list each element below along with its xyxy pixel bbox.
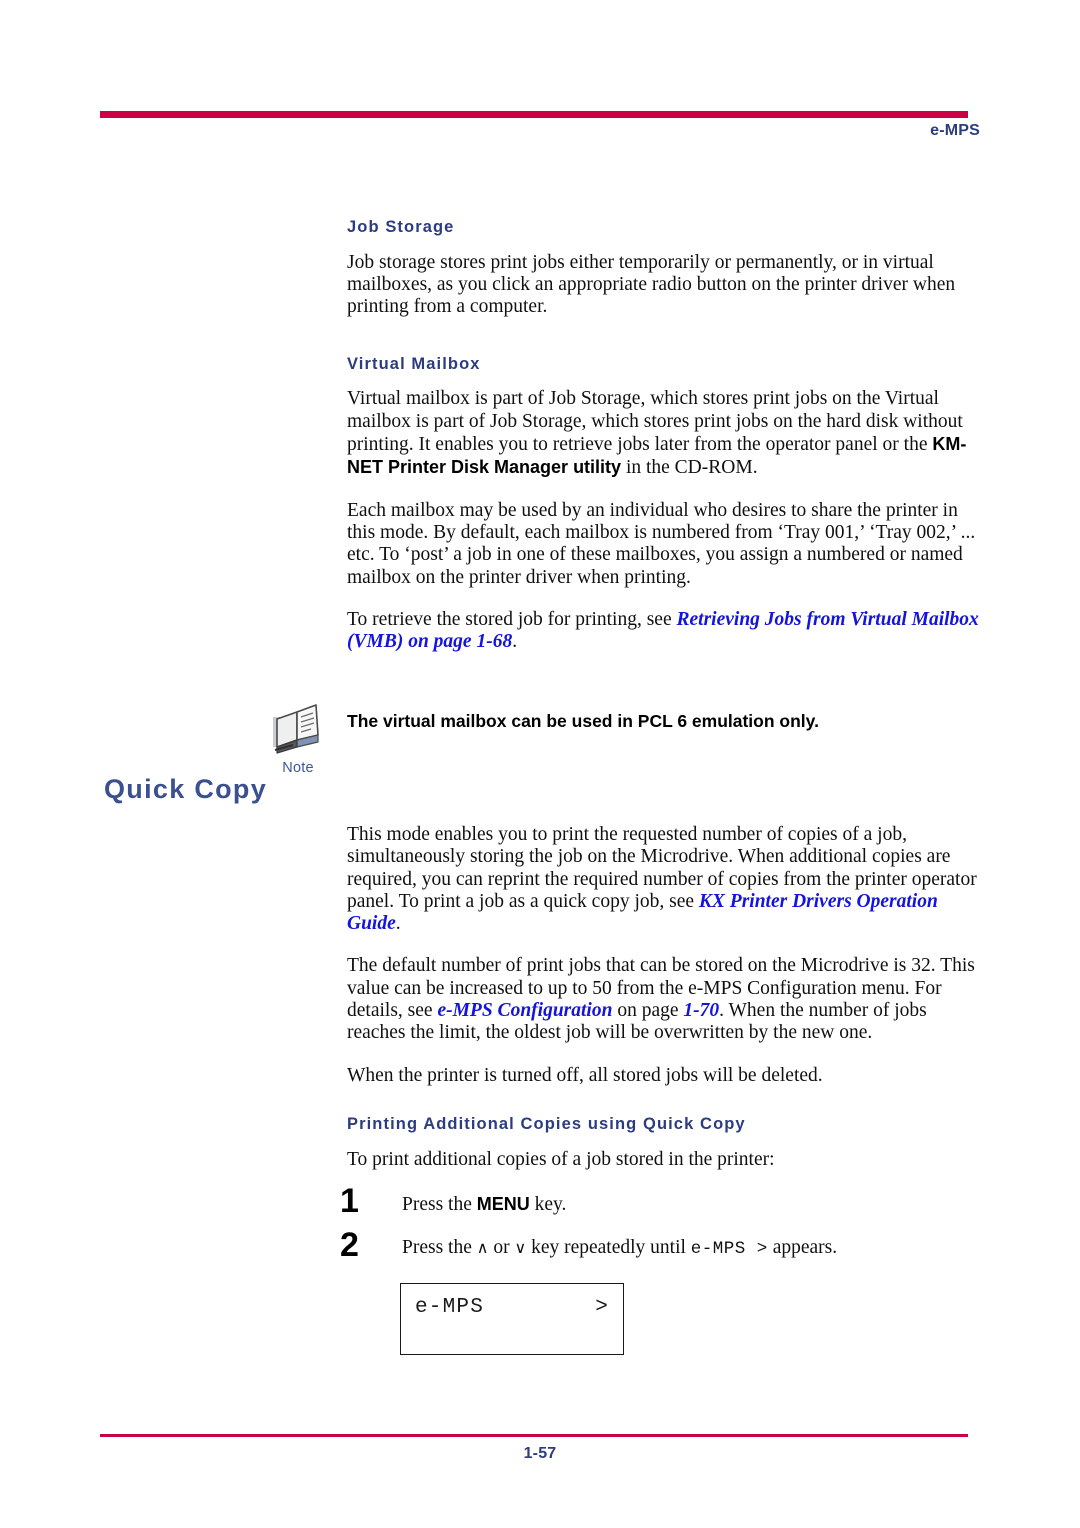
paragraph-virtual-mailbox-2: Each mailbox may be used by an individua… xyxy=(347,499,976,588)
paragraph-quick-copy-3: When the printer is turned off, all stor… xyxy=(347,1064,823,1086)
vm-p1-text-b: in the CD-ROM. xyxy=(621,457,758,479)
step1-key-menu: MENU xyxy=(476,1194,530,1214)
qc-p2-text-mid: on page xyxy=(612,1000,684,1022)
note-caption: Note xyxy=(282,760,314,776)
printer-lcd-display: e-MPS > xyxy=(400,1283,624,1355)
chapter-heading-quick-copy: Quick Copy xyxy=(104,774,268,804)
step2-text-a: Press the xyxy=(402,1237,477,1258)
step2-display-token: e-MPS > xyxy=(690,1239,768,1259)
crossref-page-1-70[interactable]: 1-70 xyxy=(683,1000,719,1021)
step1-text-b: key. xyxy=(529,1194,567,1215)
step2-text-c: appears. xyxy=(767,1237,838,1258)
paragraph-virtual-mailbox-1: Virtual mailbox is part of Job Storage, … xyxy=(347,388,979,479)
step-text-1: Press the MENU key. xyxy=(402,1190,980,1216)
paragraph-virtual-mailbox-3: To retrieve the stored job for printing,… xyxy=(347,609,979,654)
note-book-icon xyxy=(273,704,319,754)
step-number-1: 1 xyxy=(340,1182,359,1220)
vm-p3-prefix: To retrieve the stored job for printing,… xyxy=(347,608,677,630)
paragraph-quick-copy-2: The default number of print jobs that ca… xyxy=(347,955,979,1044)
up-arrow-icon: ∧ xyxy=(476,1238,489,1257)
document-page: e-MPS Job Storage Job storage stores pri… xyxy=(0,0,1080,1528)
heading-printing-additional-copies: Printing Additional Copies using Quick C… xyxy=(347,1114,746,1133)
lcd-line: e-MPS > xyxy=(415,1296,609,1319)
qc-p1-text-b: . xyxy=(395,913,401,935)
header-rule xyxy=(100,111,968,118)
crossref-emps-configuration[interactable]: e-MPS Configuration xyxy=(437,1000,612,1021)
procedure-steps: 1 Press the MENU key. 2 Press the ∧ or ∨… xyxy=(340,1184,980,1278)
lcd-right-arrow-text: > xyxy=(595,1296,609,1319)
step1-text-a: Press the xyxy=(402,1194,477,1215)
footer-rule xyxy=(100,1434,968,1437)
heading-virtual-mailbox: Virtual Mailbox xyxy=(347,354,481,373)
step2-text-b: key repeatedly until xyxy=(526,1237,691,1258)
paragraph-quick-copy-1: This mode enables you to print the reque… xyxy=(347,824,979,935)
paragraph-procedure-intro: To print additional copies of a job stor… xyxy=(347,1148,775,1170)
step-number-2: 2 xyxy=(340,1226,359,1264)
content-column-lower: This mode enables you to print the reque… xyxy=(347,824,979,1191)
step2-text-mid: or xyxy=(488,1237,515,1258)
footer-page-number: 1-57 xyxy=(523,1445,557,1462)
paragraph-job-storage: Job storage stores print jobs either tem… xyxy=(347,251,956,318)
step-text-2: Press the ∧ or ∨ key repeatedly until e-… xyxy=(402,1234,980,1260)
procedure-step-2: 2 Press the ∧ or ∨ key repeatedly until … xyxy=(340,1228,980,1278)
lcd-left-text: e-MPS xyxy=(415,1296,485,1319)
note-icon-wrap: Note xyxy=(263,703,333,776)
procedure-step-1: 1 Press the MENU key. xyxy=(340,1184,980,1234)
down-arrow-icon: ∨ xyxy=(514,1238,527,1257)
vm-p1-text-a: Virtual mailbox is part of Job Storage, … xyxy=(347,388,963,456)
note-text: The virtual mailbox can be used in PCL 6… xyxy=(347,711,819,731)
header-section-label: e-MPS xyxy=(930,122,980,139)
content-column-upper: Job Storage Job storage stores print job… xyxy=(347,218,979,673)
heading-job-storage: Job Storage xyxy=(347,218,455,236)
vm-p3-suffix: . xyxy=(512,631,518,653)
